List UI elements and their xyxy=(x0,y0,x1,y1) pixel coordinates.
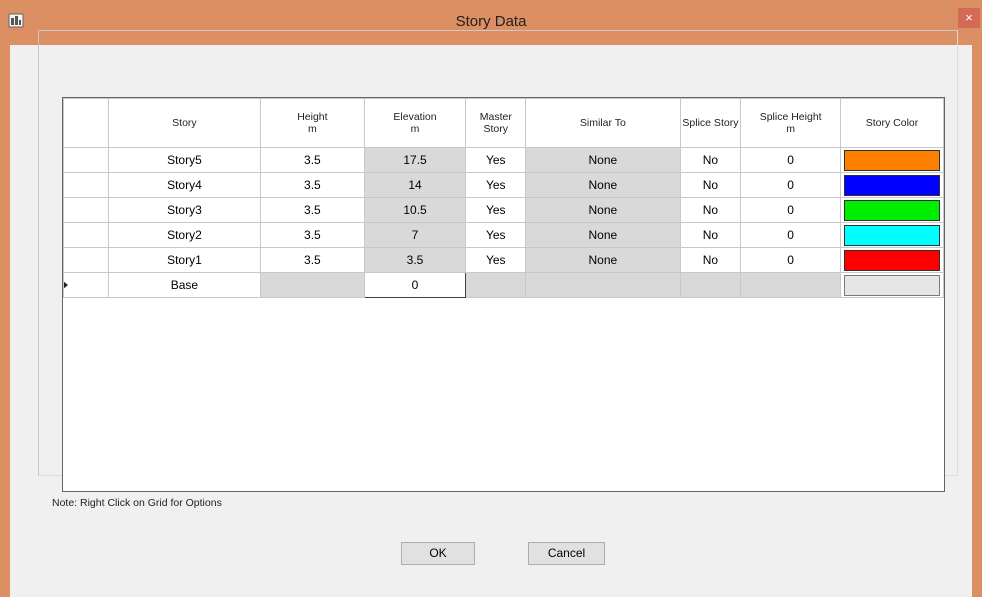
row-header[interactable] xyxy=(63,222,109,248)
cell-height[interactable] xyxy=(260,272,365,298)
row-header[interactable] xyxy=(63,247,109,273)
cell-similar-to[interactable] xyxy=(525,272,681,298)
cancel-button[interactable]: Cancel xyxy=(528,542,605,565)
cell-master-story[interactable] xyxy=(465,272,527,298)
cell-similar-to[interactable]: None xyxy=(525,197,681,223)
cell-master-story[interactable]: Yes xyxy=(465,147,527,173)
color-swatch[interactable] xyxy=(843,224,940,246)
cell-height[interactable]: 3.5 xyxy=(260,222,365,248)
cell-elevation[interactable]: 3.5 xyxy=(363,247,467,273)
cell-splice-height[interactable]: 0 xyxy=(740,147,841,173)
cell-splice-story[interactable]: No xyxy=(679,247,742,273)
table-row[interactable]: Story1 3.5 3.5 Yes None No 0 xyxy=(63,247,945,273)
cell-story[interactable]: Story3 xyxy=(107,197,262,223)
col-header-story[interactable]: Story xyxy=(107,98,262,148)
cell-story-color[interactable] xyxy=(839,147,945,173)
cell-splice-height[interactable]: 0 xyxy=(740,247,841,273)
cell-story-color[interactable] xyxy=(839,272,945,298)
table-row[interactable]: Story3 3.5 10.5 Yes None No 0 xyxy=(63,197,945,223)
col-header-splice-story[interactable]: Splice Story xyxy=(679,98,742,148)
cell-height[interactable]: 3.5 xyxy=(260,247,365,273)
cell-similar-to[interactable]: None xyxy=(525,222,681,248)
color-swatch-empty[interactable] xyxy=(843,274,940,296)
row-header-corner xyxy=(63,98,109,148)
col-header-elevation[interactable]: Elevation m xyxy=(363,98,467,148)
story-table: Story Height m Elevation m Master Story Si… xyxy=(63,98,945,298)
cell-height[interactable]: 3.5 xyxy=(260,147,365,173)
cell-master-story[interactable]: Yes xyxy=(465,247,527,273)
cell-splice-story[interactable]: No xyxy=(679,222,742,248)
cell-splice-story[interactable]: No xyxy=(679,197,742,223)
cell-similar-to[interactable]: None xyxy=(525,147,681,173)
table-row[interactable]: Story2 3.5 7 Yes None No 0 xyxy=(63,222,945,248)
close-icon: × xyxy=(965,10,973,25)
cell-similar-to[interactable]: None xyxy=(525,247,681,273)
row-header[interactable] xyxy=(63,147,109,173)
window-title: Story Data xyxy=(455,13,527,30)
cell-story-color[interactable] xyxy=(839,222,945,248)
cell-master-story[interactable]: Yes xyxy=(465,197,527,223)
cell-splice-height[interactable]: 0 xyxy=(740,172,841,198)
row-header-current[interactable] xyxy=(63,272,109,298)
close-button[interactable]: × xyxy=(958,8,980,28)
col-header-similar-to[interactable]: Similar To xyxy=(525,98,681,148)
cell-height[interactable]: 3.5 xyxy=(260,172,365,198)
current-row-arrow-icon xyxy=(64,281,69,289)
col-header-splice-height[interactable]: Splice Height m xyxy=(740,98,841,148)
cell-story-color[interactable] xyxy=(839,247,945,273)
story-grid[interactable]: Story Height m Elevation m Master Story Si… xyxy=(62,97,945,492)
color-swatch[interactable] xyxy=(843,249,940,271)
table-row[interactable]: Story5 3.5 17.5 Yes None No 0 xyxy=(63,147,945,173)
cell-splice-height[interactable]: 0 xyxy=(740,222,841,248)
color-swatch[interactable] xyxy=(843,174,940,196)
color-swatch[interactable] xyxy=(843,199,940,221)
cell-master-story[interactable]: Yes xyxy=(465,222,527,248)
row-header[interactable] xyxy=(63,172,109,198)
cell-splice-height[interactable] xyxy=(740,272,841,298)
col-header-master-story[interactable]: Master Story xyxy=(465,98,527,148)
cell-story[interactable]: Story4 xyxy=(107,172,262,198)
cell-story[interactable]: Story1 xyxy=(107,247,262,273)
table-row[interactable]: Story4 3.5 14 Yes None No 0 xyxy=(63,172,945,198)
cell-story-color[interactable] xyxy=(839,197,945,223)
ok-button[interactable]: OK xyxy=(401,542,475,565)
cell-splice-story[interactable]: No xyxy=(679,147,742,173)
cell-similar-to[interactable]: None xyxy=(525,172,681,198)
grid-note: Note: Right Click on Grid for Options xyxy=(52,497,222,509)
cell-elevation[interactable]: 7 xyxy=(363,222,467,248)
cell-height[interactable]: 3.5 xyxy=(260,197,365,223)
cell-elevation[interactable]: 10.5 xyxy=(363,197,467,223)
cell-splice-story[interactable]: No xyxy=(679,172,742,198)
col-header-height[interactable]: Height m xyxy=(260,98,365,148)
color-swatch[interactable] xyxy=(843,149,940,171)
cell-story[interactable]: Story2 xyxy=(107,222,262,248)
cell-story[interactable]: Base xyxy=(107,272,262,298)
cell-elevation[interactable]: 17.5 xyxy=(363,147,467,173)
cell-story-color[interactable] xyxy=(839,172,945,198)
cell-master-story[interactable]: Yes xyxy=(465,172,527,198)
cell-elevation[interactable]: 14 xyxy=(363,172,467,198)
cell-splice-story[interactable] xyxy=(679,272,742,298)
row-header[interactable] xyxy=(63,197,109,223)
cell-story[interactable]: Story5 xyxy=(107,147,262,173)
cell-elevation-editing[interactable]: 0 xyxy=(363,272,467,298)
table-row-base[interactable]: Base 0 xyxy=(63,272,945,298)
col-header-story-color[interactable]: Story Color xyxy=(839,98,945,148)
cell-splice-height[interactable]: 0 xyxy=(740,197,841,223)
table-header-row: Story Height m Elevation m Master Story Si… xyxy=(63,98,945,148)
